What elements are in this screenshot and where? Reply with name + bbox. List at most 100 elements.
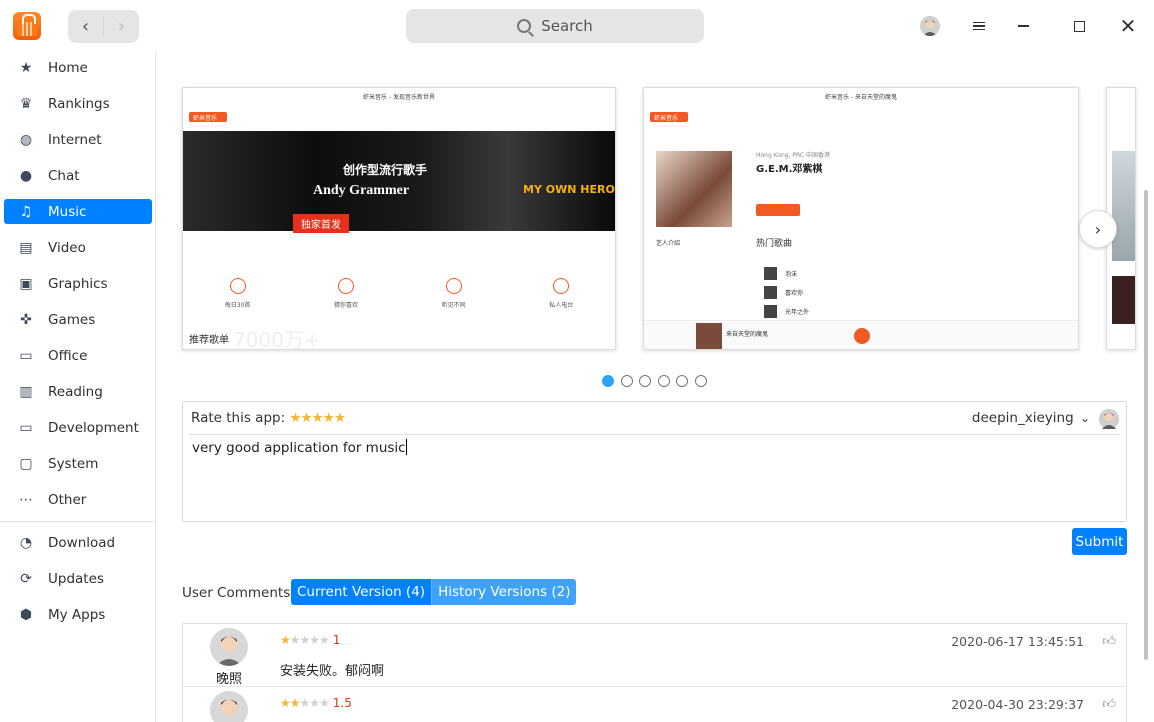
comment-input[interactable]: very good application for music — [192, 439, 407, 456]
sidebar-item-label: Other — [48, 491, 87, 508]
banner-artist: Andy Grammer — [313, 183, 410, 198]
feature-item: 猜你喜欢 — [334, 278, 358, 309]
comment-date: 2020-06-17 13:45:51 — [951, 634, 1084, 649]
comment-body: 安装失败。郁闷啊 — [280, 664, 385, 679]
player-bar: 来自天堂的魔鬼 — [644, 320, 1078, 349]
play-artist-button — [756, 204, 800, 216]
main-menu-icon[interactable] — [966, 13, 992, 39]
app-store-logo-icon — [13, 12, 41, 40]
feature-item: 私人电台 — [549, 278, 573, 309]
comment-row: ★★★★★ 1.5 2020-04-30 23:29:37 👍︎ — [183, 686, 1126, 722]
song-cover — [764, 305, 777, 318]
feature-item: 听见不同 — [442, 278, 466, 309]
chevron-left-icon: ‹ — [81, 16, 90, 37]
presentation-icon: ▭ — [19, 347, 33, 364]
hot-songs-label: 热门歌曲 — [756, 239, 793, 249]
sidebar-item-home[interactable]: ★ Home — [4, 55, 152, 80]
comment-row: 晚照 ★★★★★ 1 安装失败。郁闷啊 2020-06-17 13:45:51 👍… — [183, 624, 1126, 687]
music-note-icon: ♫ — [19, 203, 33, 220]
artist-photo — [656, 151, 732, 227]
minimize-button[interactable] — [1010, 13, 1036, 39]
screenshot-2[interactable]: 虾米音乐 - 来自天堂的魔鬼 虾米音乐 Hong Kong, PRC 中国香港 … — [643, 87, 1079, 350]
user-avatar[interactable] — [920, 16, 940, 36]
sidebar-item-rankings[interactable]: ♛ Rankings — [4, 91, 152, 116]
sidebar-item-label: Development — [48, 419, 139, 436]
sidebar-item-label: Office — [48, 347, 88, 364]
sidebar-item-system[interactable]: ▢ System — [4, 451, 152, 476]
song-row: 喜欢你 — [764, 283, 958, 302]
refresh-icon: ⟳ — [20, 570, 32, 587]
next-screenshot-button[interactable]: › — [1079, 210, 1117, 248]
pagination-dot[interactable] — [694, 375, 707, 387]
playlist-count: 7000万+ — [233, 328, 321, 350]
sidebar-item-games[interactable]: ✜ Games — [4, 307, 152, 332]
app-detail-main: 虾米音乐 - 发现音乐新世界 虾米音乐 创作型流行歌手 Andy Grammer… — [156, 52, 1154, 722]
pagination-dot[interactable] — [639, 375, 651, 387]
xiami-brand: 虾米音乐 — [193, 115, 218, 122]
like-icon[interactable]: 👍︎ — [1102, 697, 1116, 712]
empty-stars: ★★★★ — [289, 633, 330, 647]
submit-button[interactable]: Submit — [1072, 528, 1127, 555]
sidebar-item-graphics[interactable]: ▣ Graphics — [4, 271, 152, 296]
film-icon: ▤ — [19, 239, 33, 256]
sidebar-item-internet[interactable]: ◍ Internet — [4, 127, 152, 152]
comment-score: 1.5 — [332, 696, 352, 710]
scrollbar[interactable] — [1144, 190, 1148, 660]
globe-icon: ◍ — [19, 131, 33, 148]
sidebar-item-label: Games — [48, 311, 96, 328]
tab-current-version[interactable]: Current Version (4) — [291, 579, 432, 605]
search-icon — [517, 19, 532, 33]
empty-stars: ★★★ — [299, 696, 330, 710]
sidebar-item-development[interactable]: ▭ Development — [4, 415, 152, 440]
sidebar-item-label: Internet — [48, 131, 102, 148]
song-cover — [764, 267, 777, 280]
pagination-dot[interactable] — [676, 375, 688, 387]
pagination-dot[interactable] — [602, 375, 614, 387]
more-dots-icon: ⋯ — [19, 491, 33, 508]
chat-bubble-icon: ● — [19, 167, 33, 184]
sidebar-item-label: Home — [48, 59, 88, 76]
sidebar-item-chat[interactable]: ● Chat — [4, 163, 152, 188]
banner-badge: 独家首发 — [293, 214, 349, 233]
book-icon: ▥ — [19, 383, 33, 400]
search-box[interactable]: Search — [406, 9, 704, 43]
sidebar-item-label: Updates — [48, 570, 104, 587]
username-dropdown[interactable]: deepin_xieying ⌄ — [972, 410, 1090, 426]
sidebar-item-label: Graphics — [48, 275, 108, 292]
screenshot-banner: 创作型流行歌手 Andy Grammer MY OWN HERO 独家首发 — [183, 131, 615, 233]
back-button[interactable]: ‹ — [68, 10, 103, 43]
feature-icon — [445, 278, 462, 294]
comment-rating: ★★★★★ 1.5 — [280, 696, 352, 710]
song-cover — [764, 286, 777, 299]
chevron-down-icon: ⌄ — [1079, 411, 1090, 425]
artist-intro-label: 艺人介绍 — [656, 240, 681, 247]
feature-row: 每日30首 猜你喜欢 听见不同 私人电台 — [183, 278, 615, 309]
sidebar-item-music[interactable]: ♫ Music — [4, 199, 152, 224]
screenshot-window-title: 虾米音乐 - 来自天堂的魔鬼 — [825, 94, 897, 101]
maximize-button[interactable] — [1066, 13, 1092, 39]
sidebar-item-reading[interactable]: ▥ Reading — [4, 379, 152, 404]
rating-stars[interactable]: ★★★★★ — [289, 410, 346, 426]
comment-rating: ★★★★★ 1 — [280, 633, 340, 647]
forward-button[interactable]: › — [104, 10, 139, 43]
sidebar-item-office[interactable]: ▭ Office — [4, 343, 152, 368]
rate-label: Rate this app: ★★★★★ — [191, 410, 346, 426]
sidebar-item-label: Reading — [48, 383, 103, 400]
sidebar-item-video[interactable]: ▤ Video — [4, 235, 152, 260]
sidebar-item-other[interactable]: ⋯ Other — [4, 487, 152, 512]
banner-album: MY OWN HERO — [523, 183, 615, 196]
sidebar-item-download[interactable]: ◔ Download — [4, 530, 152, 555]
user-comments-label: User Comments — [182, 585, 291, 601]
screenshot-1[interactable]: 虾米音乐 - 发现音乐新世界 虾米音乐 创作型流行歌手 Andy Grammer… — [182, 87, 616, 350]
close-button[interactable]: ✕ — [1115, 13, 1141, 39]
pagination-dot[interactable] — [657, 375, 670, 387]
close-icon: ✕ — [1119, 14, 1137, 38]
sidebar-item-updates[interactable]: ⟳ Updates — [4, 566, 152, 591]
like-icon[interactable]: 👍︎ — [1102, 634, 1116, 649]
play-pause-icon — [854, 328, 870, 344]
pagination-dot[interactable] — [620, 375, 633, 387]
image-icon: ▣ — [19, 275, 33, 292]
tab-history-versions[interactable]: History Versions (2) — [431, 579, 577, 605]
sidebar-item-my-apps[interactable]: ⬢ My Apps — [4, 602, 152, 627]
download-icon: ◔ — [19, 534, 33, 551]
